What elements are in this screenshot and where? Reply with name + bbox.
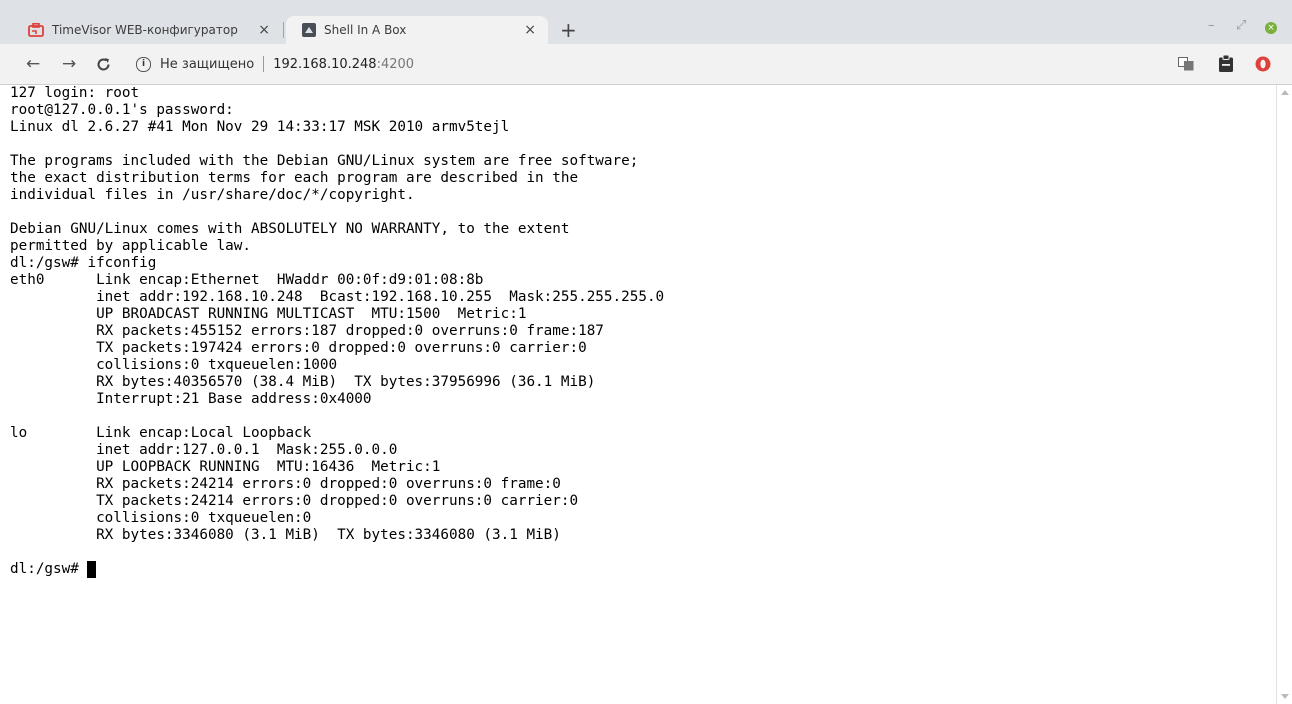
tab-timevisor[interactable]: TimeVisor WEB-конфигуратор ×: [14, 16, 282, 44]
scrollbar[interactable]: [1276, 85, 1292, 704]
browser-toolbar: ← → i Не защищено 192.168.10.248:4200: [0, 44, 1292, 85]
tab-close-icon[interactable]: ×: [524, 22, 536, 38]
new-tab-button[interactable]: +: [560, 18, 577, 42]
tab-close-icon[interactable]: ×: [258, 22, 270, 38]
terminal-output[interactable]: 127 login: root root@127.0.0.1's passwor…: [10, 85, 1274, 704]
reload-icon[interactable]: [96, 57, 111, 72]
terminal-text: 127 login: root root@127.0.0.1's passwor…: [10, 85, 665, 543]
tab-shellinabox[interactable]: Shell In A Box ×: [286, 16, 548, 44]
back-arrow-icon[interactable]: ←: [26, 54, 40, 74]
window-close-button[interactable]: ×: [1265, 22, 1277, 34]
clipboard-icon[interactable]: [1219, 55, 1233, 72]
tab-title: Shell In A Box: [324, 23, 407, 37]
minimize-button[interactable]: –: [1208, 18, 1215, 33]
tab-strip: TimeVisor WEB-конфигуратор × Shell In A …: [0, 0, 1292, 44]
address-divider: [263, 56, 265, 72]
terminal-cursor: [87, 561, 97, 578]
translate-icon[interactable]: [1178, 57, 1194, 71]
info-icon[interactable]: i: [136, 56, 151, 72]
tab-title: TimeVisor WEB-конфигуратор: [52, 23, 238, 37]
address-bar[interactable]: i Не защищено 192.168.10.248:4200: [136, 52, 414, 76]
timevisor-logo-icon: [28, 23, 44, 37]
maximize-button[interactable]: ⤢: [1236, 18, 1246, 33]
url-port: :4200: [376, 56, 415, 72]
terminal-prompt: dl:/gsw#: [10, 561, 88, 577]
security-status: Не защищено: [160, 56, 255, 72]
opera-extension-icon[interactable]: [1255, 56, 1271, 72]
scroll-up-icon[interactable]: [1281, 90, 1289, 95]
tab-separator: [283, 22, 284, 38]
forward-arrow-icon[interactable]: →: [62, 54, 76, 74]
url-host: 192.168.10.248: [273, 56, 377, 72]
scroll-down-icon[interactable]: [1281, 694, 1289, 699]
shellinabox-icon: [302, 23, 316, 37]
